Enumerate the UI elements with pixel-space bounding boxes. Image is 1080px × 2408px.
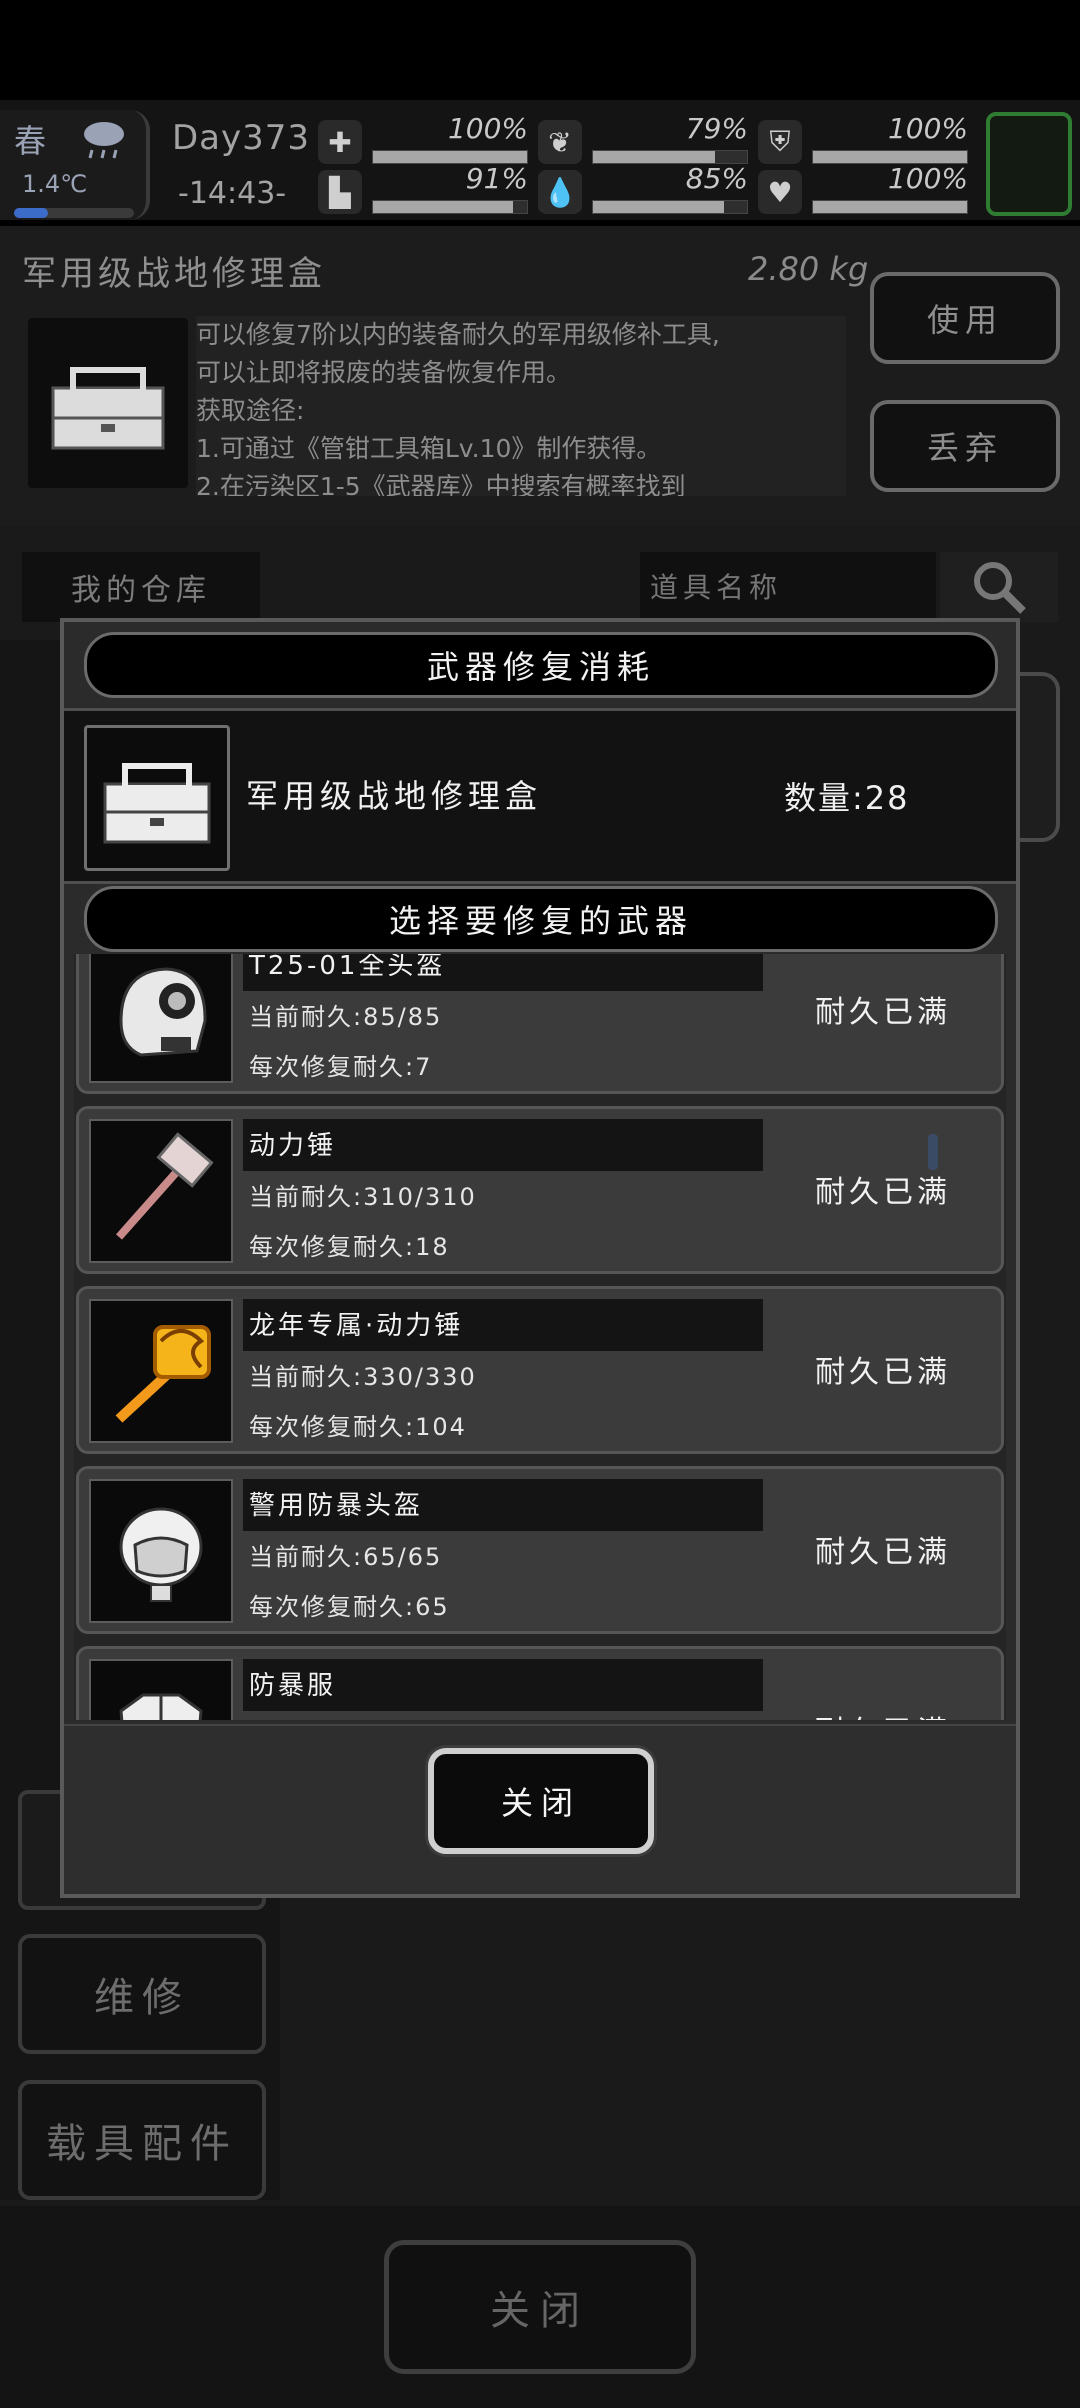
weapon-name: 警用防暴头盔 — [249, 1491, 424, 1521]
current-durability: 当前耐久:310/310 — [249, 1183, 477, 1211]
weapon-name: 防暴服 — [249, 1671, 337, 1701]
full-helmet-icon — [89, 954, 233, 1083]
weapon-name: T25-01全头盔 — [249, 954, 446, 981]
temperature-label: 1.4℃ — [22, 170, 88, 198]
search-input[interactable] — [640, 552, 936, 622]
current-durability: 当前耐久:85/85 — [249, 1003, 443, 1031]
weapon-list[interactable]: T25-01全头盔 当前耐久:85/85 每次修复耐久:7 耐久已满 动力锤 当前耐久:3… — [74, 954, 1006, 1720]
weapon-card[interactable]: T25-01全头盔 当前耐久:85/85 每次修复耐久:7 耐久已满 — [76, 954, 1004, 1094]
quick-slot[interactable] — [986, 112, 1072, 216]
weapon-card[interactable]: 龙年专属·动力锤 当前耐久:330/330 每次修复耐久:104 耐久已满 — [76, 1286, 1004, 1454]
tab-my-warehouse[interactable]: 我的仓库 — [22, 552, 260, 622]
clock-time: -14:43- — [178, 176, 287, 211]
item-title: 军用级战地修理盒 — [22, 254, 326, 294]
modal-footer: 关闭 — [64, 1724, 1016, 1894]
stat-value: 100% — [887, 112, 968, 145]
weapon-card[interactable]: 防暴服当前耐久:250/250每次修复耐久:40耐久已满 — [76, 1646, 1004, 1720]
season-label: 春 — [14, 122, 47, 160]
stat-gauge: ♥ 100% — [758, 162, 968, 218]
discard-button[interactable]: 丢弃 — [870, 400, 1060, 492]
repair-cost-row: 军用级战地修理盒 数量:28 — [64, 708, 1016, 884]
stat-gauge: ▙ 91% — [318, 162, 528, 218]
repair-amount: 每次修复耐久:104 — [249, 1413, 467, 1441]
repair-modal: 武器修复消耗 军用级战地修理盒 数量:28 选择要修复的武器 T25-01全头盔… — [60, 618, 1020, 1898]
weapon-name: 动力锤 — [249, 1131, 337, 1161]
stat-value: 91% — [465, 162, 528, 195]
search-icon[interactable] — [940, 552, 1058, 622]
current-durability: 当前耐久:330/330 — [249, 1363, 477, 1391]
stat-bar — [592, 200, 748, 214]
stat-gauge: ⛨ 100% — [758, 112, 968, 168]
durability-status: 耐久已满 — [815, 1707, 951, 1720]
description-line: 获取途径: — [196, 396, 305, 425]
durability-status: 耐久已满 — [815, 1355, 951, 1390]
water-drop-icon: 💧 — [538, 170, 582, 214]
close-button[interactable]: 关闭 — [428, 1748, 654, 1854]
stat-value: 100% — [887, 162, 968, 195]
description-line: 2.在污染区1-5《武器库》中搜索有概率找到 — [196, 472, 686, 496]
modal-title: 武器修复消耗 — [84, 632, 998, 698]
medkit-icon: ✚ — [318, 120, 362, 164]
stat-gauge: ❦ 79% — [538, 112, 748, 168]
stat-bar — [812, 200, 968, 214]
weapon-card[interactable]: 动力锤当前耐久:310/310 每次修复耐久:18 耐久已满 — [76, 1106, 1004, 1274]
description-line: 可以让即将报废的装备恢复作用。 — [196, 358, 572, 387]
weather-icon — [78, 116, 130, 160]
heart-icon: ♥ — [758, 170, 802, 214]
weapon-card[interactable]: 警用防暴头盔 当前耐久:65/65 每次修复耐久:65 耐久已满 — [76, 1466, 1004, 1634]
stat-bar — [372, 200, 528, 214]
current-durability: 当前耐久:250/250 — [249, 1717, 477, 1720]
sidebar-item-vehicle-parts[interactable]: 载具配件 — [18, 2080, 266, 2200]
cost-quantity: 数量:28 — [784, 779, 910, 817]
dragon-hammer-icon — [89, 1299, 233, 1443]
durability-status: 耐久已满 — [815, 1175, 951, 1210]
cost-item-name: 军用级战地修理盒 — [246, 777, 543, 815]
boot-icon: ▙ — [318, 170, 362, 214]
durability-status: 耐久已满 — [815, 995, 951, 1030]
item-description: 可以修复7阶以内的装备耐久的军用级修补工具, 可以让即将报废的装备恢复作用。 获… — [196, 316, 846, 496]
temperature-bar — [14, 208, 134, 218]
modal-subtitle: 选择要修复的武器 — [84, 886, 998, 952]
day-counter: Day373 — [172, 118, 311, 158]
item-weight: 2.80 kg — [748, 250, 869, 288]
toolbox-icon — [84, 725, 230, 871]
stat-gauge: ✚ 100% — [318, 112, 528, 168]
stat-gauge: 💧 85% — [538, 162, 748, 218]
riot-suit-icon — [89, 1659, 233, 1720]
toolbox-icon — [28, 318, 188, 488]
description-line: 可以修复7阶以内的装备耐久的军用级修补工具, — [196, 320, 720, 349]
scrollbar[interactable] — [928, 1134, 938, 1170]
inventory-close-button[interactable]: 关闭 — [384, 2240, 696, 2374]
weapon-name: 龙年专属·动力锤 — [249, 1311, 464, 1341]
stat-value: 85% — [685, 162, 748, 195]
description-line: 1.可通过《管钳工具箱Lv.10》制作获得。 — [196, 434, 662, 463]
current-durability: 当前耐久:65/65 — [249, 1543, 443, 1571]
stat-value: 79% — [685, 112, 748, 145]
use-button[interactable]: 使用 — [870, 272, 1060, 364]
repair-amount: 每次修复耐久:7 — [249, 1053, 433, 1081]
stomach-icon: ❦ — [538, 120, 582, 164]
durability-status: 耐久已满 — [815, 1535, 951, 1570]
armor-icon: ⛨ — [758, 120, 802, 164]
sidebar-item-repair[interactable]: 维修 — [18, 1934, 266, 2054]
stat-value: 100% — [447, 112, 528, 145]
repair-amount: 每次修复耐久:18 — [249, 1233, 450, 1261]
power-hammer-icon — [89, 1119, 233, 1263]
repair-amount: 每次修复耐久:65 — [249, 1593, 450, 1621]
riot-helmet-icon — [89, 1479, 233, 1623]
